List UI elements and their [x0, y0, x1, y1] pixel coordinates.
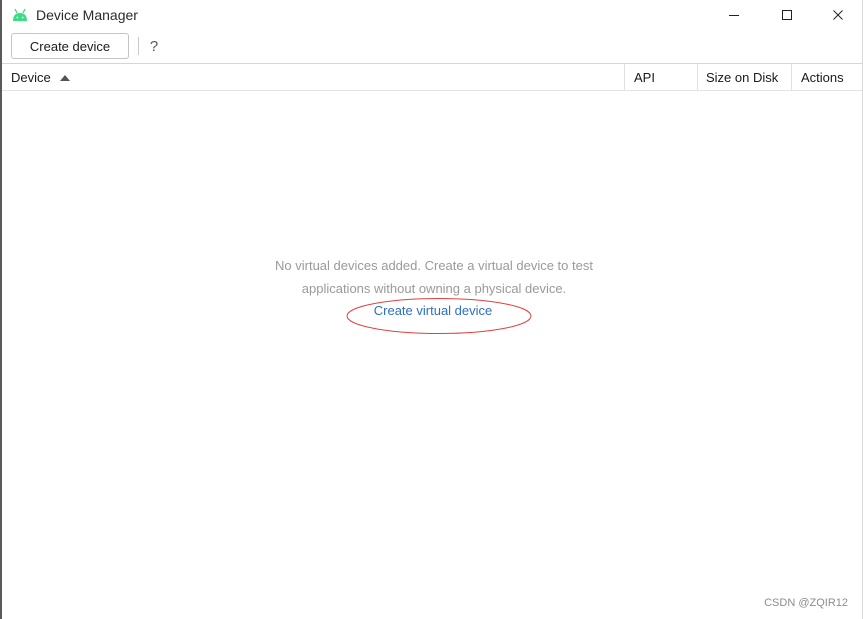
column-label-device: Device: [11, 70, 51, 85]
empty-state-message: No virtual devices added. Create a virtu…: [234, 254, 634, 300]
close-button[interactable]: [815, 0, 861, 30]
device-table-header: Device API Size on Disk Actions: [2, 63, 862, 91]
column-header-api[interactable]: API: [624, 64, 697, 91]
column-label-actions: Actions: [801, 70, 844, 85]
sort-ascending-icon: [59, 75, 70, 81]
maximize-icon: [781, 9, 793, 21]
window-title: Device Manager: [36, 7, 138, 23]
title-bar: Device Manager: [2, 0, 862, 30]
column-header-size-on-disk[interactable]: Size on Disk: [697, 64, 791, 91]
close-icon: [832, 9, 844, 21]
device-manager-window: Device Manager Create device ? Device AP…: [0, 0, 863, 619]
help-button[interactable]: ?: [145, 34, 163, 58]
column-header-actions[interactable]: Actions: [791, 64, 863, 91]
column-label-size-on-disk: Size on Disk: [706, 70, 779, 85]
empty-state-line-1: No virtual devices added. Create a virtu…: [275, 258, 593, 273]
watermark: CSDN @ZQIR12: [764, 597, 848, 609]
create-virtual-device-link[interactable]: Create virtual device: [347, 303, 519, 323]
create-device-button[interactable]: Create device: [11, 33, 129, 59]
android-icon: [12, 8, 28, 22]
toolbar-separator: [138, 37, 139, 55]
minimize-icon: [728, 9, 740, 21]
toolbar: Create device ?: [2, 31, 862, 63]
column-header-device[interactable]: Device: [11, 64, 621, 91]
minimize-button[interactable]: [711, 0, 757, 30]
maximize-button[interactable]: [764, 0, 810, 30]
column-label-api: API: [634, 70, 655, 85]
